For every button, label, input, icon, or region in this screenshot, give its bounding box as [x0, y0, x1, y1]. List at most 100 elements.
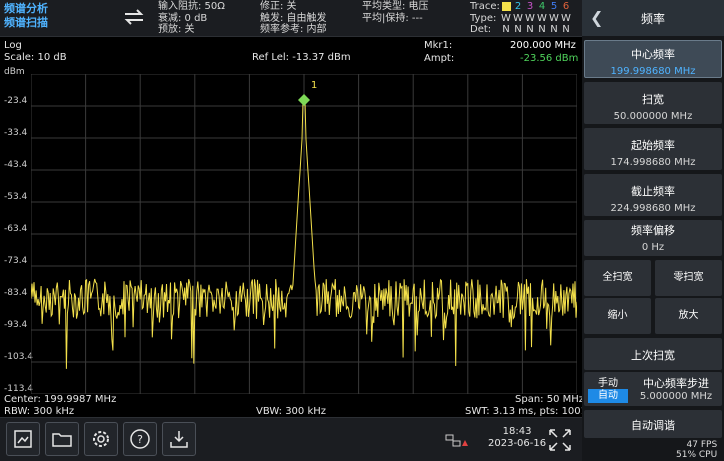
- softkey-panel: ❮ 频率 中心频率 199.998680 MHz 扫宽 50.000000 MH…: [582, 0, 724, 461]
- panel-header: ❮ 频率: [582, 0, 724, 36]
- file-button[interactable]: [45, 422, 79, 456]
- mode-label[interactable]: 频谱分析 频谱扫描: [4, 2, 48, 30]
- screenshot-button[interactable]: [6, 422, 40, 456]
- tool-bar: ? 18:43 2023-06-16: [0, 417, 582, 461]
- attenuation-info: 衰减: 0 dB: [158, 12, 208, 24]
- center-frequency: Center: 199.9987 MHz: [4, 394, 117, 405]
- last-span-key[interactable]: 上次扫宽: [584, 338, 722, 370]
- frequency-offset-key[interactable]: 频率偏移 0 Hz: [584, 220, 722, 256]
- status-bar: 频谱分析 频谱扫描 输入阻抗: 50Ω 衰减: 0 dB 预放: 关 修正: 关…: [0, 0, 582, 37]
- trace-type: W: [549, 12, 559, 24]
- frequency-offset-value: 0 Hz: [641, 242, 665, 253]
- trace-1[interactable]: [500, 1, 512, 13]
- date: 2023-06-16: [488, 438, 547, 449]
- settings-button[interactable]: [84, 422, 118, 456]
- y-tick-label: -53.4: [4, 192, 28, 202]
- zero-span-button[interactable]: 零扫宽: [655, 260, 722, 296]
- screenshot-icon: [14, 430, 32, 448]
- center-frequency-key[interactable]: 中心频率 199.998680 MHz: [584, 40, 722, 78]
- time: 18:43: [502, 426, 532, 437]
- manual-option[interactable]: 手动: [588, 374, 628, 389]
- panel-title: 频率: [640, 12, 665, 26]
- correction-info: 修正: 关: [260, 1, 297, 12]
- auto-option[interactable]: 自动: [588, 389, 628, 403]
- preamp-info: 预放: 关: [158, 24, 195, 35]
- average-settings: 平均类型: 电压 平均|保持: ---: [362, 1, 429, 24]
- trigger-info: 触发: 自由触发: [260, 12, 327, 24]
- swt-readout: SWT: 3.13 ms, pts: 1001: [465, 406, 588, 417]
- cpu-readout: 51% CPU: [676, 450, 718, 460]
- trace-4[interactable]: 4: [536, 1, 548, 13]
- trace-label: Trace:: [470, 1, 500, 12]
- impedance-info: 输入阻抗: 50Ω: [158, 1, 225, 12]
- folder-icon: [52, 433, 72, 447]
- full-span-button[interactable]: 全扫宽: [584, 260, 651, 296]
- stop-frequency-value: 224.998680 MHz: [610, 203, 696, 214]
- avg-hold-info: 平均|保持: ---: [362, 12, 423, 24]
- y-tick-label: -93.4: [4, 320, 28, 330]
- zoom-out-button[interactable]: 缩小: [584, 298, 651, 334]
- help-button[interactable]: ?: [123, 422, 157, 456]
- trace-detector: N: [550, 24, 558, 35]
- mode-analyzer: 频谱分析: [4, 2, 48, 15]
- start-frequency-key[interactable]: 起始频率 174.998680 MHz: [584, 128, 722, 170]
- svg-text:?: ?: [137, 433, 143, 446]
- rbw-readout: RBW: 300 kHz: [4, 406, 75, 417]
- step-key[interactable]: 手动 自动 中心频率步进 5.000000 MHz: [584, 372, 722, 406]
- trace-detector: N: [502, 24, 510, 35]
- ref-level: Ref Lel: -13.37 dBm: [252, 52, 351, 63]
- span-key[interactable]: 扫宽 50.000000 MHz: [584, 82, 722, 124]
- freq-ref-info: 频率参考: 内部: [260, 24, 327, 35]
- download-icon: [170, 431, 188, 448]
- trace-2[interactable]: 2: [512, 1, 524, 13]
- stop-frequency-label: 截止频率: [631, 185, 675, 198]
- spectrum-graph[interactable]: 1: [31, 74, 577, 394]
- gear-icon: [93, 431, 109, 447]
- trace-type: W: [501, 12, 511, 24]
- swap-icon[interactable]: [121, 6, 147, 28]
- y-tick-label: -113.4: [4, 384, 34, 394]
- trace-table[interactable]: Trace: 2 3 4 5 6 Type: W W W W W W Det: N N N N N N: [470, 1, 572, 36]
- spectrum-display[interactable]: Log Scale: 10 dB Ref Lel: -13.37 dBm Mkr…: [0, 37, 587, 417]
- trace-type: W: [537, 12, 547, 24]
- fps-readout: 47 FPS: [686, 440, 718, 450]
- trace-detector: N: [562, 24, 570, 35]
- span-readout: Span: 50 MHz: [515, 394, 585, 405]
- avg-type-info: 平均类型: 电压: [362, 1, 429, 12]
- network-warning-icon[interactable]: [444, 432, 468, 448]
- auto-tune-label: 自动调谐: [631, 419, 675, 432]
- stop-frequency-key[interactable]: 截止频率 224.998680 MHz: [584, 174, 722, 216]
- marker-amplitude: -23.56 dBm: [520, 53, 579, 64]
- trace-6[interactable]: 6: [560, 1, 572, 13]
- clock: 18:43 2023-06-16: [488, 426, 546, 450]
- y-tick-label: -23.4: [4, 96, 28, 106]
- y-tick-label: -63.4: [4, 224, 28, 234]
- step-value: 5.000000 MHz: [639, 391, 713, 402]
- trace-5[interactable]: 5: [548, 1, 560, 13]
- center-frequency-value: 199.998680 MHz: [610, 66, 696, 77]
- start-frequency-label: 起始频率: [631, 139, 675, 152]
- trigger-settings: 修正: 关 触发: 自由触发 频率参考: 内部: [260, 1, 327, 36]
- start-frequency-value: 174.998680 MHz: [610, 157, 696, 168]
- trace-3[interactable]: 3: [524, 1, 536, 13]
- save-button[interactable]: [162, 422, 196, 456]
- scale-type: Log: [4, 40, 22, 51]
- frequency-offset-label: 频率偏移: [631, 224, 675, 237]
- trace-type: W: [513, 12, 523, 24]
- trace-detector: N: [538, 24, 546, 35]
- fullscreen-icon[interactable]: [546, 426, 574, 454]
- y-tick-label: -43.4: [4, 160, 28, 170]
- y-tick-label: -83.4: [4, 288, 28, 298]
- type-label: Type:: [470, 12, 497, 24]
- auto-tune-key[interactable]: 自动调谐: [584, 410, 722, 438]
- span-value: 50.000000 MHz: [613, 111, 693, 122]
- y-tick-label: -103.4: [4, 352, 34, 362]
- zoom-in-button[interactable]: 放大: [655, 298, 722, 334]
- marker-frequency: 200.000 MHz: [510, 40, 576, 51]
- ampt-label: Ampt:: [424, 53, 455, 64]
- marker-icon[interactable]: [298, 94, 310, 106]
- performance-readout: 47 FPS 51% CPU: [676, 440, 717, 460]
- help-icon: ?: [130, 429, 150, 449]
- span-label: 扫宽: [642, 93, 664, 106]
- trace-selected-icon: [501, 2, 511, 11]
